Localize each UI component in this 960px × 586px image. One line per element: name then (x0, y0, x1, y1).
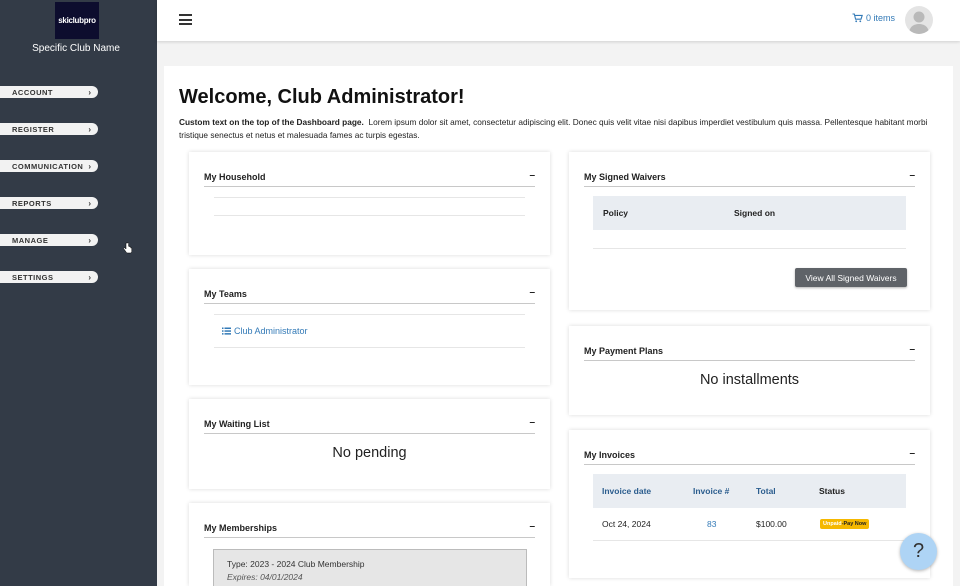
pay-now-link[interactable]: Pay Now (843, 521, 866, 527)
sidebar-item-register[interactable]: REGISTER › (0, 123, 98, 135)
membership-expires: Expires: 04/01/2024 (227, 572, 303, 582)
invoices-panel: My Invoices – Invoice date Invoice # Tot… (569, 430, 930, 578)
cart-icon (852, 13, 863, 23)
panel-header: My Invoices – (584, 449, 915, 465)
panel-header: My Payment Plans – (584, 345, 915, 361)
panel-header: My Memberships – (204, 522, 535, 538)
club-logo[interactable]: skiclubpro (55, 2, 99, 39)
collapse-icon[interactable]: – (909, 171, 915, 181)
payment-plans-panel: My Payment Plans – No installments (569, 326, 930, 415)
collapse-icon[interactable]: – (529, 171, 535, 181)
invoice-date: Oct 24, 2024 (602, 519, 651, 529)
chevron-right-icon: › (88, 161, 91, 171)
intro-text: Custom text on the top of the Dashboard … (179, 117, 928, 140)
membership-card[interactable]: Type: 2023 - 2024 Club Membership Expire… (213, 549, 527, 586)
divider (214, 347, 525, 348)
top-bar: 0 items (157, 0, 960, 41)
page-title: Welcome, Club Administrator! (179, 86, 465, 108)
chevron-right-icon: › (88, 124, 91, 134)
divider (593, 540, 906, 541)
memberships-panel: My Memberships – Type: 2023 - 2024 Club … (189, 503, 550, 586)
chevron-right-icon: › (88, 235, 91, 245)
help-button[interactable]: ? (900, 533, 937, 570)
chevron-right-icon: › (88, 272, 91, 282)
waivers-table-header: Policy Signed on (593, 196, 906, 230)
panel-header: My Signed Waivers – (584, 171, 915, 187)
panel-header: My Teams – (204, 288, 535, 304)
sidebar-item-account[interactable]: ACCOUNT › (0, 86, 98, 98)
user-avatar-icon (909, 11, 929, 34)
signed-waivers-panel: My Signed Waivers – Policy Signed on Vie… (569, 152, 930, 310)
empty-message: No installments (699, 372, 800, 388)
sidebar-item-settings[interactable]: SETTINGS › (0, 271, 98, 283)
divider (593, 248, 906, 249)
chevron-right-icon: › (88, 198, 91, 208)
list-icon (222, 327, 231, 335)
chevron-right-icon: › (88, 87, 91, 97)
teams-panel: My Teams – Club Administrator (189, 269, 550, 385)
empty-message: No pending (332, 445, 407, 461)
sidebar-item-communication[interactable]: COMMUNICATION › (0, 160, 98, 172)
sidebar-item-reports[interactable]: REPORTS › (0, 197, 98, 209)
team-link-club-administrator[interactable]: Club Administrator (222, 326, 308, 336)
sidebar: skiclubpro Specific Club Name ACCOUNT › R… (0, 0, 157, 586)
panel-header: My Household – (204, 171, 535, 187)
collapse-icon[interactable]: – (909, 449, 915, 459)
view-all-waivers-button[interactable]: View All Signed Waivers (795, 268, 907, 287)
divider (214, 314, 525, 315)
collapse-icon[interactable]: – (909, 345, 915, 355)
collapse-icon[interactable]: – (529, 288, 535, 298)
household-panel: My Household – (189, 152, 550, 255)
avatar[interactable] (905, 6, 933, 34)
invoices-table-header: Invoice date Invoice # Total Status (593, 474, 906, 508)
collapse-icon[interactable]: – (529, 418, 535, 428)
cart-button[interactable]: 0 items (852, 13, 895, 23)
divider (214, 197, 525, 198)
sidebar-item-manage[interactable]: MANAGE › (0, 234, 98, 246)
invoice-total: $100.00 (756, 519, 787, 529)
club-name: Specific Club Name (32, 43, 120, 54)
divider (214, 215, 525, 216)
dashboard-content: Welcome, Club Administrator! Custom text… (164, 66, 953, 586)
hamburger-menu-icon[interactable] (179, 14, 192, 25)
membership-type: Type: 2023 - 2024 Club Membership (227, 559, 365, 569)
invoice-number-link[interactable]: 83 (707, 519, 716, 529)
panel-header: My Waiting List – (204, 418, 535, 434)
waiting-list-panel: My Waiting List – No pending (189, 399, 550, 489)
status-badge: Unpaid - Pay Now (820, 519, 870, 529)
hand-cursor-icon (123, 242, 133, 254)
collapse-icon[interactable]: – (529, 522, 535, 532)
